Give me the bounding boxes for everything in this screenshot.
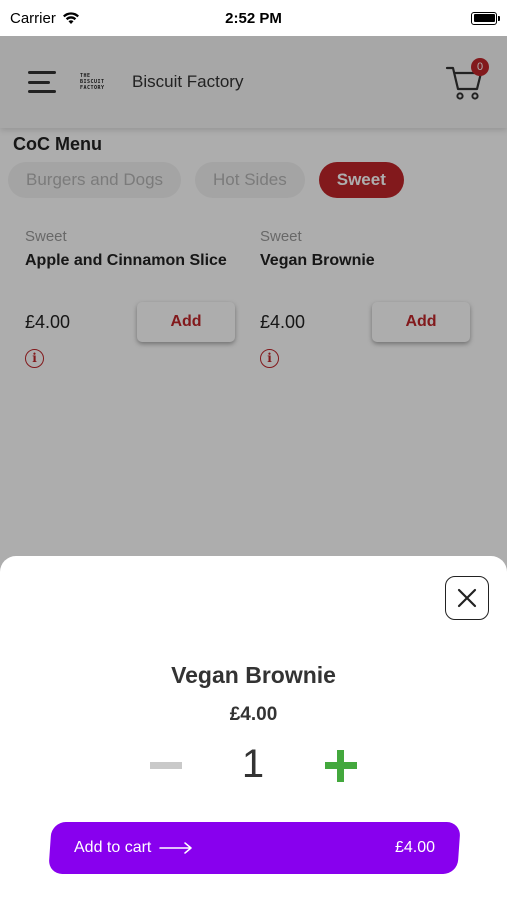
- sheet-product-title: Vegan Brownie: [171, 662, 336, 688]
- quantity-value: 1: [241, 742, 265, 786]
- quantity-stepper: 1: [0, 742, 507, 790]
- add-to-cart-label: Add to cart: [74, 839, 152, 856]
- close-icon: [457, 588, 477, 608]
- add-item-sheet: Vegan Brownie £4.00 1 Add to cart £4.00: [0, 556, 507, 900]
- add-to-cart-button[interactable]: Add to cart £4.00: [48, 822, 461, 874]
- add-to-cart-total: £4.00: [394, 839, 435, 856]
- battery-fill: [473, 14, 495, 22]
- carrier-label: Carrier: [10, 9, 56, 27]
- arrow-right-icon: [159, 842, 193, 854]
- battery-icon: [471, 11, 500, 25]
- increase-quantity-button[interactable]: [325, 750, 357, 782]
- decrease-quantity-button[interactable]: [150, 762, 182, 769]
- add-to-cart-content: Add to cart £4.00: [50, 822, 459, 874]
- status-left: Carrier: [10, 10, 80, 27]
- add-to-cart-left: Add to cart: [74, 839, 193, 857]
- sheet-product-price: £4.00: [229, 704, 278, 725]
- status-bar: Carrier 2:52 PM: [0, 0, 507, 36]
- wifi-icon: [62, 12, 79, 24]
- close-button[interactable]: [445, 576, 489, 620]
